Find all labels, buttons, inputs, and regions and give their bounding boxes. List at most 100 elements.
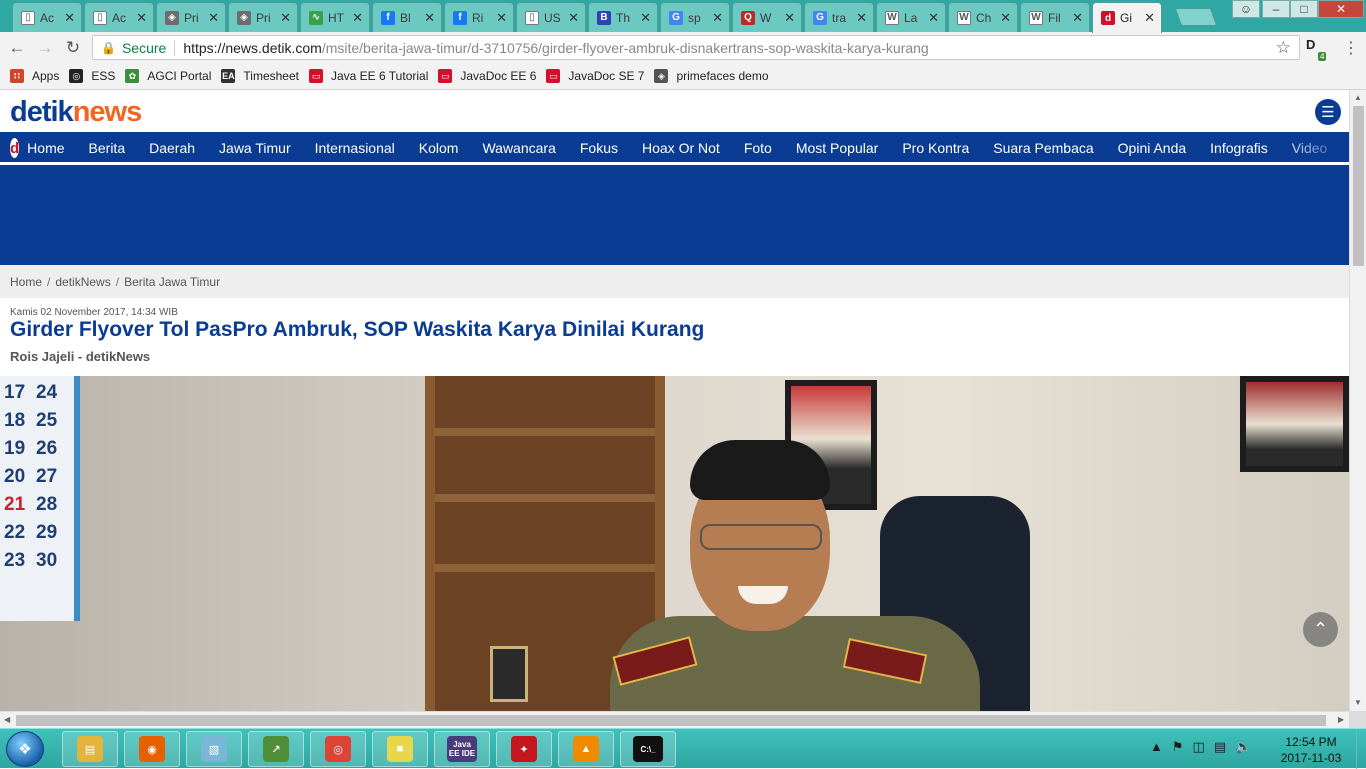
- nav-item-suara-pembaca[interactable]: Suara Pembaca: [993, 140, 1093, 156]
- tab-close-icon[interactable]: ✕: [136, 10, 147, 26]
- tray-flag-icon[interactable]: ⚑: [1172, 739, 1184, 755]
- browser-tab[interactable]: d Gi ✕: [1092, 2, 1162, 33]
- bookmark-item[interactable]: ∷ Apps: [10, 69, 59, 83]
- bookmark-item[interactable]: ✿ AGCI Portal: [125, 69, 211, 83]
- minimize-button[interactable]: –: [1262, 0, 1290, 18]
- browser-tab[interactable]: ▯ US ✕: [516, 2, 586, 32]
- tab-close-icon[interactable]: ✕: [208, 10, 219, 26]
- browser-tab[interactable]: Q W ✕: [732, 2, 802, 32]
- bookmark-item[interactable]: ◎ ESS: [69, 69, 115, 83]
- tab-close-icon[interactable]: ✕: [64, 10, 75, 26]
- taskbar-app-button[interactable]: C:\_: [620, 731, 676, 767]
- taskbar-app-button[interactable]: Java EE IDE: [434, 731, 490, 767]
- taskbar-app-button[interactable]: ◉: [124, 731, 180, 767]
- tab-close-icon[interactable]: ✕: [1072, 10, 1083, 26]
- tab-close-icon[interactable]: ✕: [712, 10, 723, 26]
- taskbar-app-button[interactable]: ✦: [496, 731, 552, 767]
- forward-icon[interactable]: →: [34, 37, 56, 59]
- browser-tab[interactable]: W La ✕: [876, 2, 946, 32]
- breadcrumb-berita-jawa-timur[interactable]: Berita Jawa Timur: [124, 275, 220, 289]
- scroll-to-top-icon[interactable]: ⌃: [1303, 612, 1338, 647]
- nav-item-hoax-or-not[interactable]: Hoax Or Not: [642, 140, 720, 156]
- show-desktop-button[interactable]: [1356, 729, 1366, 769]
- taskbar-app-button[interactable]: ◎: [310, 731, 366, 767]
- nav-item-opini-anda[interactable]: Opini Anda: [1118, 140, 1187, 156]
- nav-item-berita[interactable]: Berita: [89, 140, 126, 156]
- scroll-up-arrow-icon[interactable]: ▲: [1354, 93, 1362, 102]
- horizontal-scrollbar[interactable]: ◀ ▶: [0, 711, 1349, 728]
- browser-tab[interactable]: Gsp ✕: [660, 2, 730, 32]
- browser-tab[interactable]: ◈ Pri ✕: [228, 2, 298, 32]
- nav-item-most-popular[interactable]: Most Popular: [796, 140, 878, 156]
- breadcrumb-detiknews[interactable]: detikNews: [55, 275, 110, 289]
- tab-close-icon[interactable]: ✕: [784, 10, 795, 26]
- taskbar-clock[interactable]: 12:54 PM 2017-11-03: [1276, 734, 1346, 766]
- nav-item-home[interactable]: Home: [27, 140, 64, 156]
- nav-item-pro-kontra[interactable]: Pro Kontra: [902, 140, 969, 156]
- bookmark-item[interactable]: ▭ JavaDoc EE 6: [438, 69, 536, 83]
- tab-close-icon[interactable]: ✕: [352, 10, 363, 26]
- browser-tab[interactable]: ▯ Ac ✕: [84, 2, 154, 32]
- tab-close-icon[interactable]: ✕: [424, 10, 435, 26]
- user-profile-icon[interactable]: ☺: [1232, 0, 1260, 18]
- nav-item-kolom[interactable]: Kolom: [419, 140, 459, 156]
- nav-item-fokus[interactable]: Fokus: [580, 140, 618, 156]
- bookmark-item[interactable]: ▭ JavaDoc SE 7: [546, 69, 644, 83]
- tab-close-icon[interactable]: ✕: [280, 10, 291, 26]
- nav-item-daerah[interactable]: Daerah: [149, 140, 195, 156]
- nav-item-internasional[interactable]: Internasional: [315, 140, 395, 156]
- article-photo[interactable]: 17 24 18 25 19 26 20 27 21 28 22 29 23 30: [0, 376, 1349, 711]
- taskbar-app-button[interactable]: ▧: [186, 731, 242, 767]
- close-window-button[interactable]: ✕: [1318, 0, 1364, 18]
- taskbar-app-button[interactable]: ▤: [62, 731, 118, 767]
- vertical-scroll-thumb[interactable]: [1353, 106, 1364, 266]
- tray-device-icon[interactable]: ◫: [1193, 739, 1205, 755]
- start-button-icon[interactable]: ❖: [6, 731, 44, 767]
- detiknews-logo[interactable]: detiknews: [10, 96, 142, 129]
- tab-close-icon[interactable]: ✕: [928, 10, 939, 26]
- tray-expand-icon[interactable]: ▲: [1150, 739, 1163, 755]
- scroll-down-arrow-icon[interactable]: ▼: [1354, 698, 1362, 707]
- taskbar-app-button[interactable]: ■: [372, 731, 428, 767]
- bookmark-item[interactable]: EA Timesheet: [221, 69, 299, 83]
- tab-close-icon[interactable]: ✕: [1144, 10, 1155, 26]
- tab-close-icon[interactable]: ✕: [568, 10, 579, 26]
- bookmark-item[interactable]: ▭ Java EE 6 Tutorial: [308, 69, 428, 83]
- bookmark-item[interactable]: ◈ primefaces demo: [654, 69, 769, 83]
- browser-tab[interactable]: f Bl ✕: [372, 2, 442, 32]
- back-icon[interactable]: ←: [6, 37, 28, 59]
- reload-icon[interactable]: ↻: [62, 37, 84, 59]
- tab-close-icon[interactable]: ✕: [1000, 10, 1011, 26]
- detik-d-icon[interactable]: d: [10, 138, 20, 158]
- nav-item-wawancara[interactable]: Wawancara: [482, 140, 555, 156]
- browser-menu-icon[interactable]: ⋮: [1343, 38, 1359, 58]
- browser-tab[interactable]: W Ch ✕: [948, 2, 1018, 32]
- taskbar-app-button[interactable]: ↗: [248, 731, 304, 767]
- browser-tab[interactable]: ∿ HT ✕: [300, 2, 370, 32]
- browser-tab[interactable]: ◈ Pri ✕: [156, 2, 226, 32]
- breadcrumb-home[interactable]: Home: [10, 275, 42, 289]
- tray-volume-icon[interactable]: 🔈: [1235, 739, 1251, 755]
- bookmark-star-icon[interactable]: ☆: [1276, 38, 1291, 58]
- hamburger-menu-icon[interactable]: ☰: [1315, 99, 1341, 125]
- tab-close-icon[interactable]: ✕: [640, 10, 651, 26]
- vertical-scrollbar[interactable]: ▲ ▼: [1349, 90, 1366, 711]
- browser-tab[interactable]: W Fil ✕: [1020, 2, 1090, 32]
- maximize-button[interactable]: □: [1290, 0, 1318, 18]
- address-bar[interactable]: 🔒 Secure https://news.detik.com/msite/be…: [92, 35, 1300, 60]
- nav-item-infografis[interactable]: Infografis: [1210, 140, 1268, 156]
- browser-tab[interactable]: B Th ✕: [588, 2, 658, 32]
- scroll-right-arrow-icon[interactable]: ▶: [1338, 715, 1344, 724]
- taskbar-app-button[interactable]: ▲: [558, 731, 614, 767]
- extension-icon[interactable]: D: [1306, 37, 1315, 52]
- horizontal-scroll-thumb[interactable]: [16, 715, 1326, 726]
- browser-tab[interactable]: f Ri ✕: [444, 2, 514, 32]
- tab-close-icon[interactable]: ✕: [856, 10, 867, 26]
- browser-tab[interactable]: Gtra ✕: [804, 2, 874, 32]
- tray-network-icon[interactable]: ▤: [1214, 739, 1226, 755]
- tab-close-icon[interactable]: ✕: [496, 10, 507, 26]
- nav-item-jawa-timur[interactable]: Jawa Timur: [219, 140, 291, 156]
- browser-tab[interactable]: ▯ Ac ✕: [12, 2, 82, 32]
- scroll-left-arrow-icon[interactable]: ◀: [4, 715, 10, 724]
- new-tab-button[interactable]: [1174, 8, 1218, 26]
